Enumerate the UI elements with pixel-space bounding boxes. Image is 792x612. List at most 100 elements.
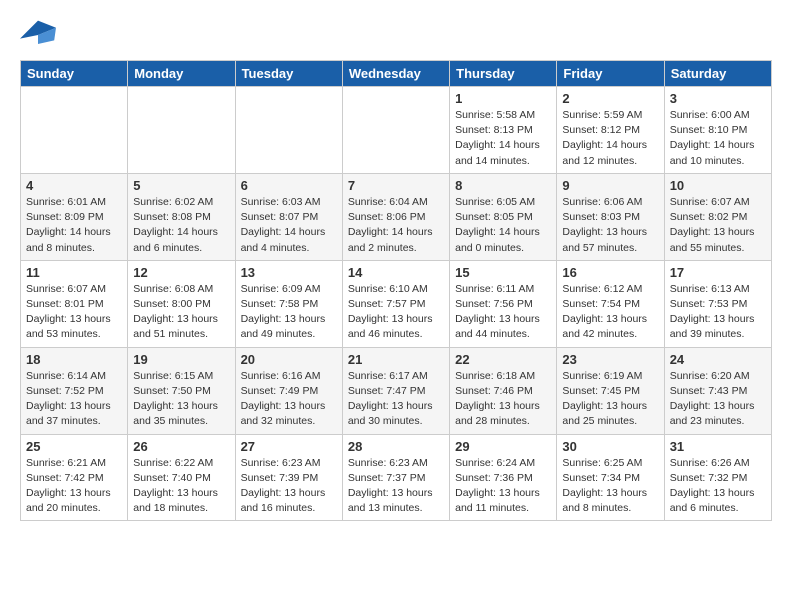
calendar-week-3: 11Sunrise: 6:07 AMSunset: 8:01 PMDayligh… [21,260,772,347]
day-info: Sunrise: 6:12 AMSunset: 7:54 PMDaylight:… [562,282,658,343]
calendar-cell: 25 Sunrise: 6:21 AMSunset: 7:42 PMDayligh… [21,434,128,521]
calendar-cell [21,87,128,174]
day-info: Sunrise: 6:05 AMSunset: 8:05 PMDaylight:… [455,195,551,256]
day-info: Sunrise: 6:16 AMSunset: 7:49 PMDaylight:… [241,369,337,430]
day-number: 11 [26,265,122,280]
day-number: 24 [670,352,766,367]
calendar-cell: 17 Sunrise: 6:13 AMSunset: 7:53 PMDayligh… [664,260,771,347]
day-info: Sunrise: 6:10 AMSunset: 7:57 PMDaylight:… [348,282,444,343]
calendar-cell: 16Sunrise: 6:12 AMSunset: 7:54 PMDayligh… [557,260,664,347]
calendar-table: SundayMondayTuesdayWednesdayThursdayFrid… [20,60,772,521]
calendar-cell: 8 Sunrise: 6:05 AMSunset: 8:05 PMDaylight… [450,173,557,260]
calendar-cell: 24 Sunrise: 6:20 AMSunset: 7:43 PMDayligh… [664,347,771,434]
calendar-week-1: 1 Sunrise: 5:58 AMSunset: 8:13 PMDaylight… [21,87,772,174]
day-number: 14 [348,265,444,280]
day-info: Sunrise: 5:58 AMSunset: 8:13 PMDaylight:… [455,108,551,169]
calendar-week-2: 4 Sunrise: 6:01 AMSunset: 8:09 PMDaylight… [21,173,772,260]
day-number: 30 [562,439,658,454]
logo [20,20,60,50]
calendar-cell: 10 Sunrise: 6:07 AMSunset: 8:02 PMDayligh… [664,173,771,260]
day-info: Sunrise: 6:01 AMSunset: 8:09 PMDaylight:… [26,195,122,256]
weekday-header-saturday: Saturday [664,61,771,87]
day-info: Sunrise: 6:20 AMSunset: 7:43 PMDaylight:… [670,369,766,430]
weekday-header-monday: Monday [128,61,235,87]
calendar-cell [235,87,342,174]
calendar-cell: 6 Sunrise: 6:03 AMSunset: 8:07 PMDaylight… [235,173,342,260]
weekday-header-wednesday: Wednesday [342,61,449,87]
calendar-cell: 3Sunrise: 6:00 AMSunset: 8:10 PMDaylight… [664,87,771,174]
day-info: Sunrise: 6:00 AMSunset: 8:10 PMDaylight:… [670,108,766,169]
day-info: Sunrise: 6:18 AMSunset: 7:46 PMDaylight:… [455,369,551,430]
day-info: Sunrise: 6:03 AMSunset: 8:07 PMDaylight:… [241,195,337,256]
day-info: Sunrise: 6:21 AMSunset: 7:42 PMDaylight:… [26,456,122,517]
calendar-cell: 29 Sunrise: 6:24 AMSunset: 7:36 PMDayligh… [450,434,557,521]
day-info: Sunrise: 6:13 AMSunset: 7:53 PMDaylight:… [670,282,766,343]
calendar-cell: 28 Sunrise: 6:23 AMSunset: 7:37 PMDayligh… [342,434,449,521]
day-info: Sunrise: 6:07 AMSunset: 8:02 PMDaylight:… [670,195,766,256]
day-info: Sunrise: 6:15 AMSunset: 7:50 PMDaylight:… [133,369,229,430]
day-number: 28 [348,439,444,454]
weekday-header-row: SundayMondayTuesdayWednesdayThursdayFrid… [21,61,772,87]
day-number: 26 [133,439,229,454]
day-info: Sunrise: 6:23 AMSunset: 7:37 PMDaylight:… [348,456,444,517]
day-number: 22 [455,352,551,367]
day-info: Sunrise: 6:22 AMSunset: 7:40 PMDaylight:… [133,456,229,517]
day-number: 4 [26,178,122,193]
day-number: 31 [670,439,766,454]
calendar-cell: 9Sunrise: 6:06 AMSunset: 8:03 PMDaylight… [557,173,664,260]
day-number: 29 [455,439,551,454]
calendar-cell: 15Sunrise: 6:11 AMSunset: 7:56 PMDayligh… [450,260,557,347]
day-number: 5 [133,178,229,193]
day-info: Sunrise: 6:11 AMSunset: 7:56 PMDaylight:… [455,282,551,343]
calendar-cell: 11Sunrise: 6:07 AMSunset: 8:01 PMDayligh… [21,260,128,347]
day-number: 8 [455,178,551,193]
day-info: Sunrise: 6:19 AMSunset: 7:45 PMDaylight:… [562,369,658,430]
page-header [20,20,772,50]
day-info: Sunrise: 6:04 AMSunset: 8:06 PMDaylight:… [348,195,444,256]
calendar-cell: 23 Sunrise: 6:19 AMSunset: 7:45 PMDayligh… [557,347,664,434]
calendar-week-4: 18Sunrise: 6:14 AMSunset: 7:52 PMDayligh… [21,347,772,434]
day-number: 27 [241,439,337,454]
day-number: 10 [670,178,766,193]
day-info: Sunrise: 5:59 AMSunset: 8:12 PMDaylight:… [562,108,658,169]
weekday-header-sunday: Sunday [21,61,128,87]
day-info: Sunrise: 6:26 AMSunset: 7:32 PMDaylight:… [670,456,766,517]
day-number: 21 [348,352,444,367]
weekday-header-thursday: Thursday [450,61,557,87]
day-info: Sunrise: 6:17 AMSunset: 7:47 PMDaylight:… [348,369,444,430]
day-info: Sunrise: 6:09 AMSunset: 7:58 PMDaylight:… [241,282,337,343]
day-info: Sunrise: 6:23 AMSunset: 7:39 PMDaylight:… [241,456,337,517]
day-info: Sunrise: 6:02 AMSunset: 8:08 PMDaylight:… [133,195,229,256]
calendar-cell: 13 Sunrise: 6:09 AMSunset: 7:58 PMDayligh… [235,260,342,347]
day-info: Sunrise: 6:24 AMSunset: 7:36 PMDaylight:… [455,456,551,517]
calendar-cell: 5 Sunrise: 6:02 AMSunset: 8:08 PMDaylight… [128,173,235,260]
calendar-cell: 31 Sunrise: 6:26 AMSunset: 7:32 PMDayligh… [664,434,771,521]
day-number: 23 [562,352,658,367]
calendar-cell: 1 Sunrise: 5:58 AMSunset: 8:13 PMDaylight… [450,87,557,174]
weekday-header-friday: Friday [557,61,664,87]
day-number: 20 [241,352,337,367]
calendar-cell [342,87,449,174]
calendar-cell: 27 Sunrise: 6:23 AMSunset: 7:39 PMDayligh… [235,434,342,521]
calendar-cell: 30 Sunrise: 6:25 AMSunset: 7:34 PMDayligh… [557,434,664,521]
day-number: 12 [133,265,229,280]
day-number: 6 [241,178,337,193]
calendar-cell: 19Sunrise: 6:15 AMSunset: 7:50 PMDayligh… [128,347,235,434]
calendar-cell: 7 Sunrise: 6:04 AMSunset: 8:06 PMDaylight… [342,173,449,260]
day-number: 25 [26,439,122,454]
day-info: Sunrise: 6:08 AMSunset: 8:00 PMDaylight:… [133,282,229,343]
weekday-header-tuesday: Tuesday [235,61,342,87]
day-number: 2 [562,91,658,106]
day-number: 7 [348,178,444,193]
day-info: Sunrise: 6:14 AMSunset: 7:52 PMDaylight:… [26,369,122,430]
day-number: 9 [562,178,658,193]
day-number: 13 [241,265,337,280]
calendar-cell: 18Sunrise: 6:14 AMSunset: 7:52 PMDayligh… [21,347,128,434]
calendar-cell: 4 Sunrise: 6:01 AMSunset: 8:09 PMDaylight… [21,173,128,260]
calendar-week-5: 25 Sunrise: 6:21 AMSunset: 7:42 PMDayligh… [21,434,772,521]
logo-bird-icon [20,20,56,50]
day-info: Sunrise: 6:25 AMSunset: 7:34 PMDaylight:… [562,456,658,517]
calendar-cell: 22 Sunrise: 6:18 AMSunset: 7:46 PMDayligh… [450,347,557,434]
day-number: 1 [455,91,551,106]
day-number: 17 [670,265,766,280]
